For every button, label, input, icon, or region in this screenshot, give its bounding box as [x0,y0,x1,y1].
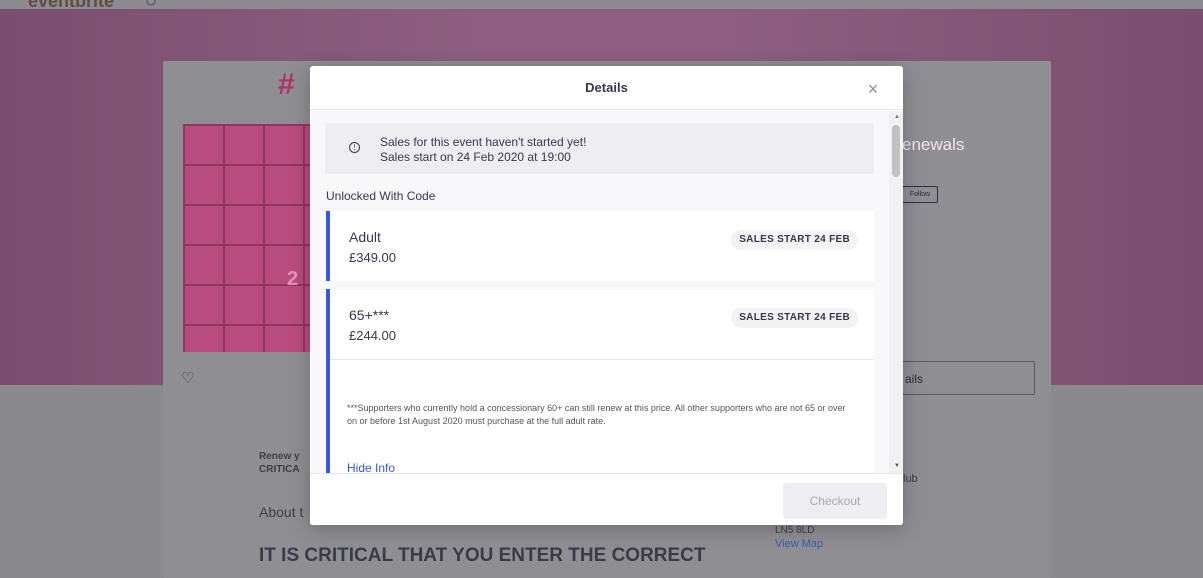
ticket-info-text: ***Supporters who currently hold a conce… [347,403,846,426]
critical-heading: IT IS CRITICAL THAT YOU ENTER THE CORREC… [259,545,706,566]
modal-body[interactable]: ! Sales for this event haven't started y… [310,111,903,473]
event-image: 2 [183,124,311,352]
ticket-price: £244.00 [349,328,396,343]
notice-line-2: Sales start on 24 Feb 2020 at 19:00 [380,150,571,164]
top-navigation-bar: eventbrite [0,0,1203,9]
eventbrite-logo: eventbrite [28,0,114,9]
about-heading: About t [259,504,304,520]
search-icon [146,0,156,6]
details-button: ails [902,361,1035,395]
view-map-link: View Map [775,538,824,550]
notice-line-1: Sales for this event haven't started yet… [380,135,587,149]
renew-line-1: Renew y [259,451,300,462]
ticket-senior: 65+*** £244.00 SALES START 24 FEB ***Sup… [326,289,874,473]
follow-button: Follow [902,186,938,203]
scroll-up-arrow-icon[interactable]: ▲ [894,114,900,120]
section-label: Unlocked With Code [326,189,436,203]
scrollbar-thumb[interactable] [892,125,900,177]
renew-line-2: CRITICA [259,464,300,475]
close-icon[interactable]: × [864,80,882,98]
renew-label: Renew y CRITICA [259,450,300,476]
heart-icon: ♡ [181,370,195,387]
ticket-adult: Adult £349.00 SALES START 24 FEB [326,211,874,281]
info-icon: ! [349,142,360,153]
venue-postcode: LN5 8LD [775,525,815,536]
hide-info-link[interactable]: Hide Info [347,461,395,473]
modal-title: Details [585,80,628,95]
sales-start-badge: SALES START 24 FEB [731,308,858,328]
goal-net-pattern [183,124,311,352]
modal-footer: Checkout [310,473,903,525]
modal-header: Details × [310,66,903,110]
event-title-fragment: enewals [902,135,965,154]
ticket-name: Adult [349,229,381,245]
event-hash-mark: # [278,68,295,101]
sales-start-badge: SALES START 24 FEB [731,230,858,250]
ticket-price: £349.00 [349,250,396,265]
details-modal: Details × ! Sales for this event haven't… [310,66,903,525]
organizer-fragment: lub [903,473,918,485]
modal-scrollbar[interactable]: ▲ ▼ [889,111,903,473]
scroll-down-arrow-icon[interactable]: ▼ [894,463,900,469]
ticket-divider [330,359,874,360]
ticket-name: 65+*** [349,307,390,323]
checkout-button[interactable]: Checkout [783,483,887,519]
event-image-number: 2 [287,268,299,290]
sales-notice: ! Sales for this event haven't started y… [325,123,874,174]
